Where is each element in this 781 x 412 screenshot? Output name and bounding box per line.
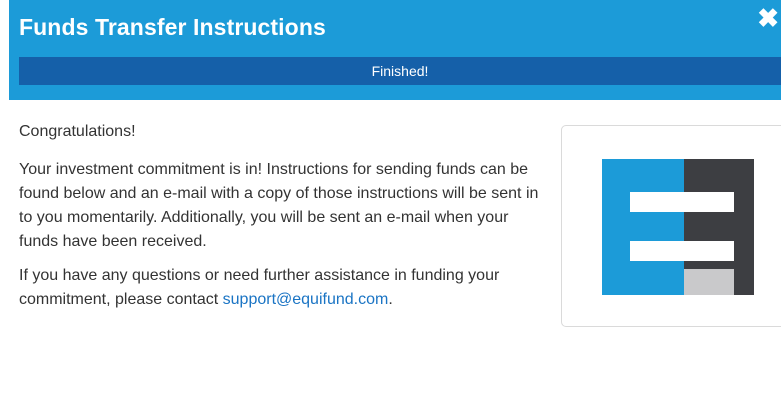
progress-track: Finished! [19, 57, 781, 85]
page-edge [0, 0, 9, 412]
equifund-logo [602, 159, 754, 295]
progress-label: Finished! [371, 63, 429, 79]
modal-title: Funds Transfer Instructions [19, 14, 326, 40]
support-paragraph: If you have any questions or need furthe… [19, 264, 539, 312]
logo-gray-block [684, 269, 734, 295]
modal-header: Funds Transfer Instructions ✖ Finished! [9, 0, 781, 100]
logo-card [561, 125, 781, 327]
funds-transfer-modal: Funds Transfer Instructions ✖ Finished! … [9, 0, 781, 412]
progress-bar: Finished! [19, 57, 781, 85]
support-paragraph-end: . [388, 291, 393, 308]
instructions-paragraph: Your investment commitment is in! Instru… [19, 161, 539, 250]
modal-body: Congratulations! Your investment commitm… [19, 120, 539, 322]
logo-top-bar [630, 192, 734, 212]
logo-blue-block [602, 159, 684, 295]
close-icon[interactable]: ✖ [757, 5, 779, 31]
support-email-link[interactable]: support@equifund.com [223, 291, 389, 308]
logo-bottom-bar [630, 241, 734, 261]
greeting-text: Congratulations! [19, 123, 136, 140]
